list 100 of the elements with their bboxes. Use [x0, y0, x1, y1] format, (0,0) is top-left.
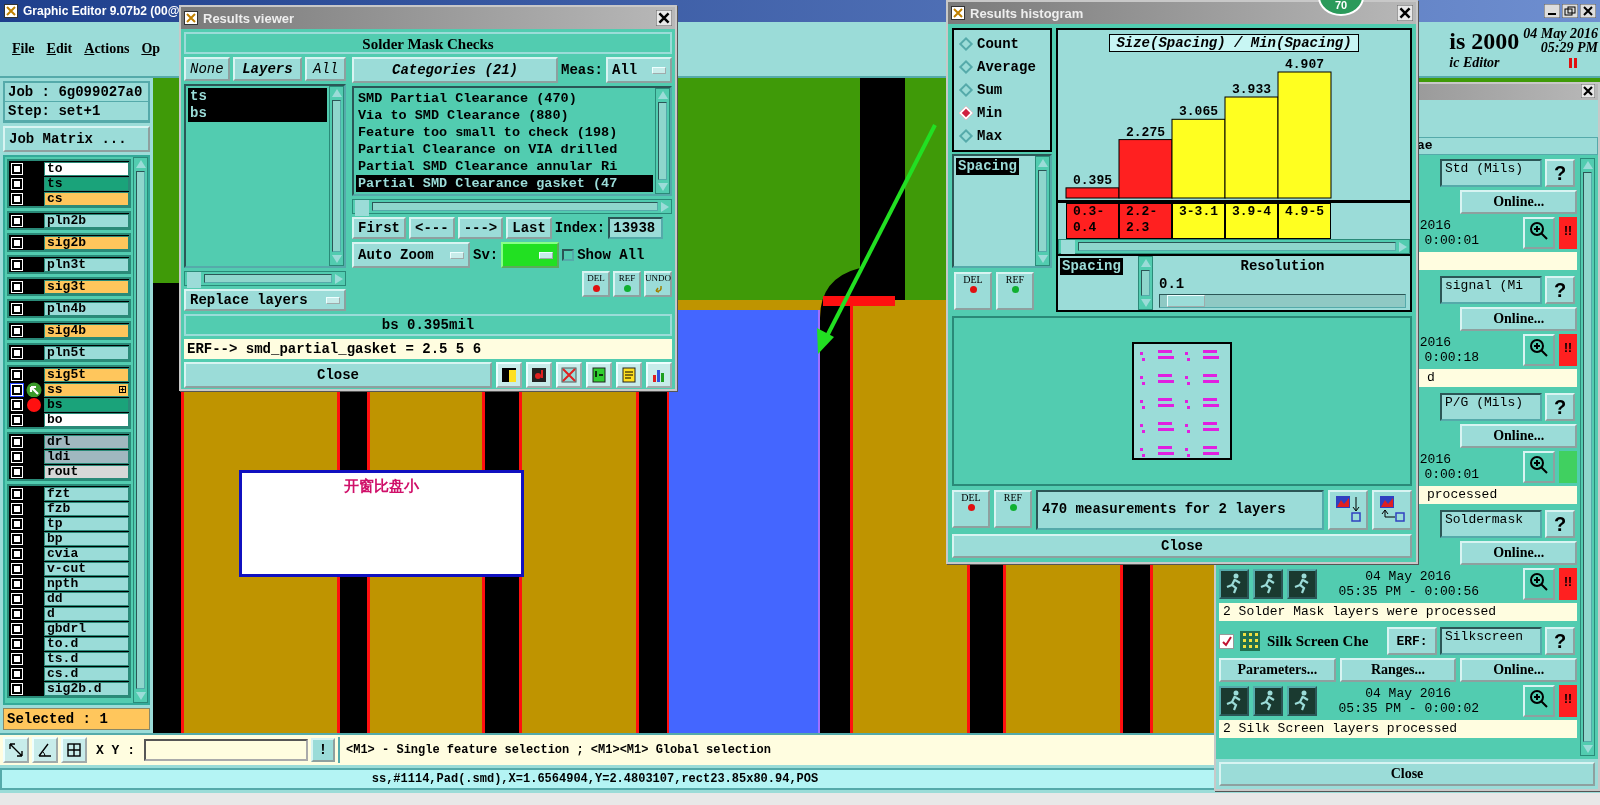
category-item[interactable]: Partial SMD Clearance gasket (47 — [356, 175, 653, 192]
help-button[interactable]: ? — [1545, 276, 1575, 304]
layer-label[interactable]: pln2b — [44, 213, 129, 228]
categories-button[interactable]: Categories (21) — [352, 57, 558, 83]
help-button[interactable]: ? — [1545, 159, 1575, 187]
record-icon[interactable] — [530, 366, 548, 384]
checkbox[interactable] — [562, 249, 575, 261]
layer-label[interactable]: bp — [44, 531, 129, 546]
close-icon[interactable] — [1581, 84, 1595, 98]
category-item[interactable]: Via to SMD Clearance (880) — [356, 107, 653, 124]
nav-button[interactable]: <--- — [409, 217, 455, 239]
layer-label[interactable]: bs — [44, 397, 129, 412]
slider-thumb[interactable] — [1167, 295, 1206, 307]
index-field[interactable]: 13938 — [608, 217, 664, 239]
layer-select-button[interactable]: Layers — [232, 57, 303, 81]
category-item[interactable]: Partial Clearance on VIA drilled — [356, 141, 653, 158]
layer-label[interactable]: ldi — [44, 449, 129, 464]
layer-label[interactable]: pln5t — [44, 345, 129, 360]
layer-label[interactable]: to — [44, 161, 129, 176]
check-button[interactable]: Online... — [1460, 190, 1577, 214]
expand-icon[interactable] — [119, 386, 126, 393]
check-button[interactable]: Parameters... — [1219, 658, 1336, 682]
layer-label[interactable]: d — [44, 606, 129, 621]
check-button[interactable]: Online... — [1460, 307, 1577, 331]
layer-label[interactable]: cs — [44, 191, 129, 206]
close-button[interactable]: Close — [952, 534, 1412, 558]
radio-button[interactable]: Average — [958, 58, 1046, 75]
layer-icon[interactable] — [500, 366, 518, 384]
close-button[interactable]: Close — [184, 362, 492, 388]
erf-field[interactable]: Silkscreen — [1440, 627, 1542, 655]
action-button[interactable]: UNDO — [644, 271, 672, 297]
auto-zoom-dropdown[interactable]: Auto Zoom — [352, 242, 470, 268]
scrollbar[interactable] — [1138, 256, 1153, 310]
xy-input-field[interactable] — [144, 739, 308, 761]
erf-field[interactable]: signal (Mi — [1440, 276, 1542, 304]
layer-label[interactable]: cvia — [44, 546, 129, 561]
grid-icon[interactable] — [65, 741, 83, 759]
minimize-icon[interactable] — [1544, 4, 1560, 18]
erf-field[interactable]: P/G (Mils) — [1440, 393, 1542, 421]
layer-label[interactable]: sig2b.d — [44, 681, 129, 696]
menu-item[interactable]: Edit — [46, 41, 73, 57]
help-button[interactable]: ? — [1545, 627, 1575, 655]
layer-label[interactable]: ts — [44, 176, 129, 191]
list-item[interactable]: ts — [188, 88, 327, 105]
radio-button[interactable]: Max — [958, 128, 1046, 145]
menu-item[interactable]: Op — [141, 41, 161, 57]
list-item[interactable]: bs — [188, 105, 327, 122]
menu-item[interactable]: File — [12, 41, 35, 57]
layer-label[interactable]: to.d — [44, 636, 129, 651]
close-icon[interactable] — [1580, 4, 1596, 18]
angle-icon[interactable] — [36, 741, 54, 759]
layer-select-button[interactable]: None — [184, 57, 230, 81]
erf-button[interactable]: ERF: — [1387, 627, 1437, 655]
layer-label[interactable]: sig5t — [44, 367, 129, 382]
sheet-icon[interactable] — [590, 366, 608, 384]
scrollbar[interactable] — [655, 88, 670, 194]
layer-label[interactable]: ts.d — [44, 651, 129, 666]
action-button[interactable]: REF — [994, 490, 1032, 528]
action-button[interactable]: DEL — [954, 272, 992, 310]
layer-label[interactable]: sig2b — [44, 235, 129, 250]
category-item[interactable]: SMD Partial Clearance (470) — [356, 90, 653, 107]
notes-icon[interactable] — [620, 366, 638, 384]
radio-button[interactable]: Count — [958, 35, 1046, 52]
erf-field[interactable]: Soldermask — [1440, 510, 1542, 538]
erf-field[interactable]: Std (Mils) — [1440, 159, 1542, 187]
layer-label[interactable]: fzt — [44, 486, 129, 501]
check-button[interactable]: Online... — [1460, 424, 1577, 448]
chart-import-icon[interactable] — [1377, 493, 1407, 523]
scrollbar[interactable] — [1058, 239, 1410, 254]
action-button[interactable]: REF — [613, 271, 641, 297]
resize-icon[interactable] — [7, 741, 25, 759]
alert-button[interactable]: ! — [311, 738, 335, 762]
replace-layers-dropdown[interactable]: Replace layers — [184, 289, 346, 311]
layer-label[interactable]: bo — [44, 412, 129, 427]
action-button[interactable]: DEL — [952, 490, 990, 528]
layer-label[interactable]: ss — [44, 382, 129, 397]
help-button[interactable]: ? — [1545, 393, 1575, 421]
restore-icon[interactable] — [1562, 4, 1578, 18]
scrollbar[interactable] — [133, 157, 148, 703]
layer-label[interactable]: npth — [44, 576, 129, 591]
chart-export-icon[interactable] — [1333, 493, 1363, 523]
layer-label[interactable]: gbdrl — [44, 621, 129, 636]
layer-label[interactable]: fzb — [44, 501, 129, 516]
job-matrix-button[interactable]: Job Matrix ... — [3, 126, 150, 152]
close-icon[interactable] — [656, 10, 672, 26]
layer-label[interactable]: tp — [44, 516, 129, 531]
nav-button[interactable]: Last — [506, 217, 552, 239]
radio-button[interactable]: Min — [958, 105, 1046, 122]
layer-label[interactable]: pln4b — [44, 301, 129, 316]
layer-label[interactable]: rout — [44, 464, 129, 479]
layer-label[interactable]: sig4b — [44, 323, 129, 338]
list-item[interactable]: Spacing — [1060, 258, 1123, 275]
help-button[interactable]: ? — [1545, 510, 1575, 538]
layer-label[interactable]: sig3t — [44, 279, 129, 294]
category-item[interactable]: Feature too small to check (198) — [356, 124, 653, 141]
close-button[interactable]: Close — [1219, 762, 1595, 786]
scrollbar[interactable] — [352, 199, 672, 214]
action-button[interactable]: DEL — [582, 271, 610, 297]
layer-label[interactable]: v-cut — [44, 561, 129, 576]
scrollbar[interactable] — [329, 86, 344, 266]
